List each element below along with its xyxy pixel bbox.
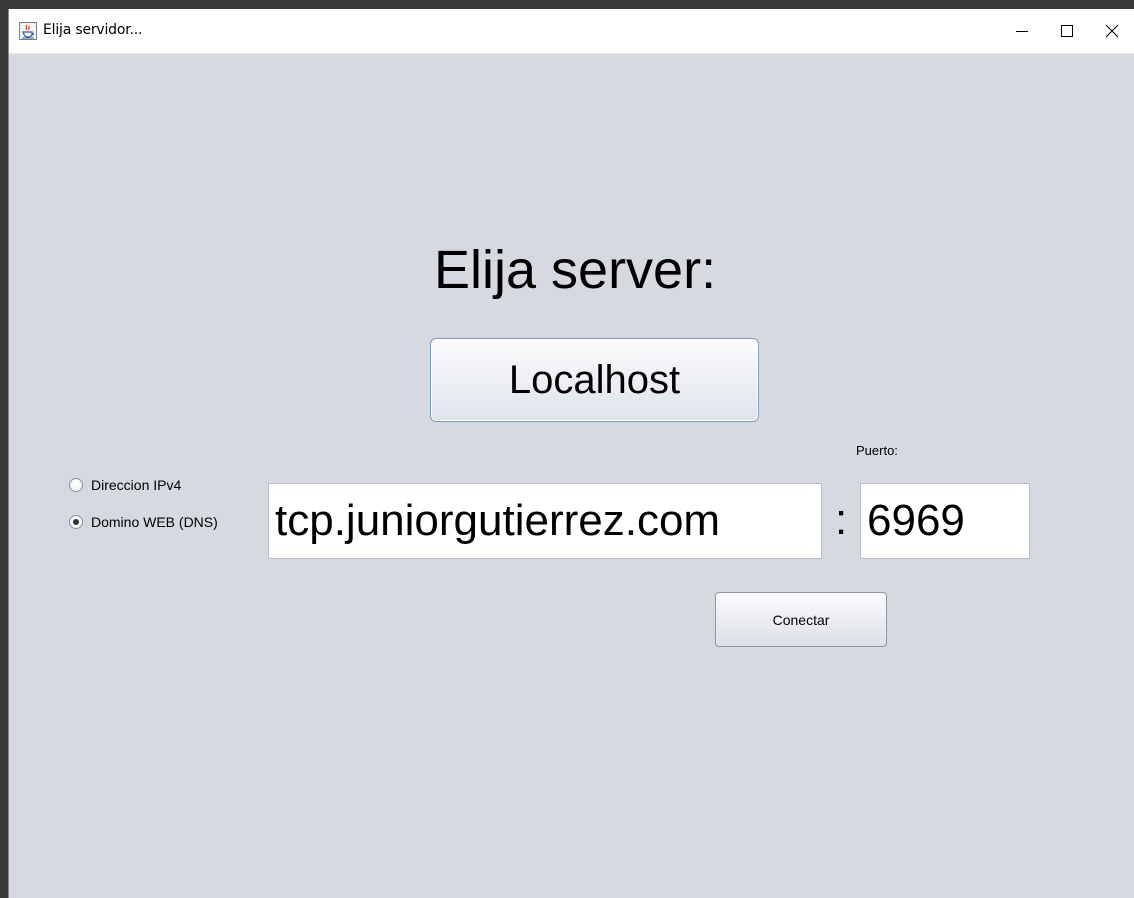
port-input[interactable] — [860, 483, 1030, 559]
connect-button[interactable]: Conectar — [715, 592, 887, 647]
main-content: Elija server: Localhost Puerto: Direccio… — [9, 53, 1134, 898]
radio-dns-label: Domino WEB (DNS) — [91, 514, 218, 530]
radio-ipv4-label: Direccion IPv4 — [91, 477, 182, 493]
radio-dns[interactable]: Domino WEB (DNS) — [69, 514, 218, 530]
host-port-separator: : — [835, 495, 848, 544]
radio-ipv4[interactable]: Direccion IPv4 — [69, 477, 181, 493]
minimize-button[interactable] — [999, 9, 1045, 53]
minimize-icon — [1016, 31, 1028, 32]
close-icon — [1105, 24, 1119, 38]
radio-selected-dot — [73, 519, 79, 525]
page-title: Elija server: — [434, 240, 717, 300]
radio-ipv4-circle[interactable] — [69, 478, 83, 492]
maximize-icon — [1061, 25, 1073, 37]
java-app-icon — [19, 22, 37, 40]
maximize-button[interactable] — [1044, 9, 1090, 53]
host-input[interactable] — [268, 483, 822, 559]
window-title: Elija servidor... — [43, 22, 143, 38]
title-bar[interactable]: Elija servidor... — [9, 9, 1134, 54]
close-button[interactable] — [1089, 9, 1134, 53]
radio-dns-circle[interactable] — [69, 515, 83, 529]
app-window: Elija servidor... Elija server: Localhos… — [8, 9, 1134, 898]
localhost-button[interactable]: Localhost — [430, 338, 759, 422]
port-label: Puerto: — [856, 443, 898, 458]
